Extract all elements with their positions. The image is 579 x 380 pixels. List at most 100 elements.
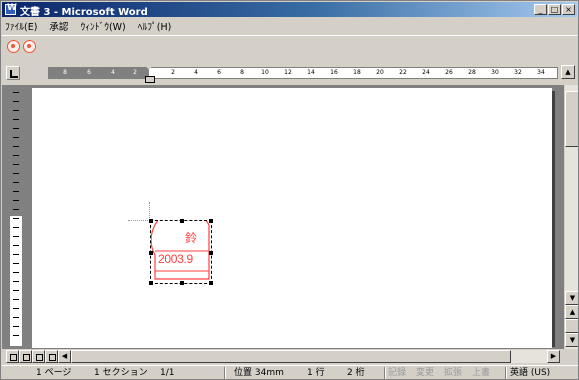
resize-handle[interactable] <box>209 251 213 255</box>
vertical-scrollbar[interactable]: ▼ ▲ ▼ <box>564 85 578 349</box>
ruler-tick-label: 14 <box>307 69 315 76</box>
status-language[interactable]: 英語 (US) <box>510 367 550 379</box>
maximize-button[interactable]: □ <box>548 4 561 15</box>
vertical-ruler-tick <box>10 227 22 228</box>
stamp-date: 2003.9 <box>158 252 193 266</box>
menu-file[interactable]: ﾌｧｲﾙ(E) <box>5 19 37 33</box>
vertical-ruler-tick <box>10 173 22 174</box>
document-area: 鈴 2003.9 <box>2 85 564 349</box>
normal-view-icon[interactable] <box>6 350 19 363</box>
vertical-ruler-tick <box>10 254 22 255</box>
ruler-tick-label: 22 <box>399 69 407 76</box>
window-controls: _ □ × <box>534 4 575 15</box>
vertical-ruler-tick <box>10 335 22 336</box>
word-app-icon[interactable] <box>5 3 17 15</box>
stamp-tool-icon[interactable] <box>7 40 20 53</box>
toolbar <box>2 35 577 57</box>
resize-handle[interactable] <box>149 219 153 223</box>
close-button[interactable]: × <box>562 4 575 15</box>
status-trk[interactable]: 変更 <box>416 367 434 379</box>
minimize-button[interactable]: _ <box>534 4 547 15</box>
vertical-scroll-thumb[interactable] <box>565 91 578 147</box>
vertical-ruler-tick <box>10 236 22 237</box>
date-stamp[interactable]: 鈴 2003.9 <box>149 219 213 285</box>
horizontal-scrollbar[interactable]: ◀ ▶ <box>58 350 560 363</box>
resize-handle[interactable] <box>180 281 184 285</box>
vertical-ruler-tick <box>10 209 22 210</box>
scroll-right-arrow-icon[interactable]: ▶ <box>547 350 560 363</box>
menu-approval[interactable]: 承認 <box>49 19 68 33</box>
tab-selector-icon[interactable] <box>6 66 20 80</box>
resize-handle[interactable] <box>180 219 184 223</box>
vertical-ruler-tick <box>10 299 22 300</box>
resize-handle[interactable] <box>149 281 153 285</box>
ruler-margin-label: 2 <box>133 69 137 76</box>
ruler-tick-label: 30 <box>491 69 499 76</box>
ruler-margin-label: 8 <box>63 69 67 76</box>
ruler-tick-label: 4 <box>194 69 198 76</box>
word-window: 文書 3 - Microsoft Word _ □ × ﾌｧｲﾙ(E) 承認 ｳ… <box>0 0 579 380</box>
vertical-ruler-tick <box>10 218 22 219</box>
vertical-ruler-tick <box>10 290 22 291</box>
ruler-tick-label: 6 <box>217 69 221 76</box>
status-ext[interactable]: 拡張 <box>444 367 462 379</box>
vertical-ruler-tick <box>10 263 22 264</box>
status-page: 1 ページ <box>36 368 72 378</box>
resize-handle[interactable] <box>209 281 213 285</box>
menu-window[interactable]: ｳｨﾝﾄﾞｳ(W) <box>80 19 125 33</box>
ruler-tick-label: 24 <box>422 69 430 76</box>
scroll-down-arrow-icon[interactable]: ▼ <box>565 291 578 305</box>
ruler-tick-label: 10 <box>261 69 269 76</box>
outline-view-icon[interactable] <box>45 350 58 363</box>
vertical-ruler-tick <box>10 317 22 318</box>
status-position: 位置 34mm <box>234 368 284 378</box>
resize-handle[interactable] <box>149 251 153 255</box>
horizontal-ruler[interactable]: 8 6 4 2 2 4 6 8 10 12 14 16 18 20 22 24 26 28 30 32 34 <box>48 65 558 83</box>
ruler-tick-label: 18 <box>353 69 361 76</box>
title-bar[interactable]: 文書 3 - Microsoft Word _ □ × <box>2 2 577 18</box>
vertical-ruler-tick <box>10 137 22 138</box>
vertical-ruler-tick <box>10 110 22 111</box>
vertical-ruler-tick <box>10 128 22 129</box>
ruler-margin-label: 4 <box>111 69 115 76</box>
ruler-tick-label: 20 <box>376 69 384 76</box>
resize-handle[interactable] <box>209 219 213 223</box>
horizontal-ruler-row: 8 6 4 2 2 4 6 8 10 12 14 16 18 20 22 24 26 28 30 32 34 ▲ <box>2 63 577 83</box>
web-layout-view-icon[interactable] <box>19 350 32 363</box>
ruler-tick-label: 32 <box>514 69 522 76</box>
horizontal-scroll-thumb[interactable] <box>71 350 511 363</box>
print-layout-view-icon[interactable] <box>32 350 45 363</box>
menu-help[interactable]: ﾍﾙﾌﾟ(H) <box>138 19 172 33</box>
ruler-tick-label: 2 <box>171 69 175 76</box>
menu-bar: ﾌｧｲﾙ(E) 承認 ｳｨﾝﾄﾞｳ(W) ﾍﾙﾌﾟ(H) <box>2 18 577 34</box>
status-rec[interactable]: 記録 <box>388 367 406 379</box>
ruler-tick-label: 12 <box>284 69 292 76</box>
status-separator <box>384 367 386 379</box>
status-page-of: 1/1 <box>160 368 175 378</box>
vertical-ruler-tick <box>10 245 22 246</box>
crop-mark <box>128 220 150 221</box>
indent-marker[interactable] <box>145 65 155 83</box>
select-browse-object-icon[interactable] <box>565 319 578 333</box>
vertical-ruler-tick <box>10 308 22 309</box>
status-separator <box>224 367 226 379</box>
ruler-tick-label: 28 <box>468 69 476 76</box>
vertical-ruler-tick <box>10 326 22 327</box>
status-line: 1 行 <box>307 368 325 378</box>
vertical-ruler-tick <box>10 281 22 282</box>
vertical-ruler-tick <box>10 119 22 120</box>
stamp-name: 鈴 <box>185 231 198 245</box>
ruler-tick-label: 16 <box>330 69 338 76</box>
ruler-tick-label: 34 <box>537 69 545 76</box>
vertical-ruler-tick <box>10 164 22 165</box>
vertical-ruler-margin <box>10 86 22 216</box>
vertical-ruler[interactable] <box>9 85 23 347</box>
scroll-up-arrow-icon[interactable]: ▲ <box>561 65 575 79</box>
previous-page-icon[interactable]: ▲ <box>565 305 578 319</box>
vertical-ruler-tick <box>10 182 22 183</box>
stamp-settings-icon[interactable] <box>23 40 36 53</box>
status-ovr[interactable]: 上書 <box>472 367 490 379</box>
document-page[interactable]: 鈴 2003.9 <box>32 88 552 348</box>
scroll-left-arrow-icon[interactable]: ◀ <box>58 350 71 363</box>
next-page-icon[interactable]: ▼ <box>565 333 578 347</box>
